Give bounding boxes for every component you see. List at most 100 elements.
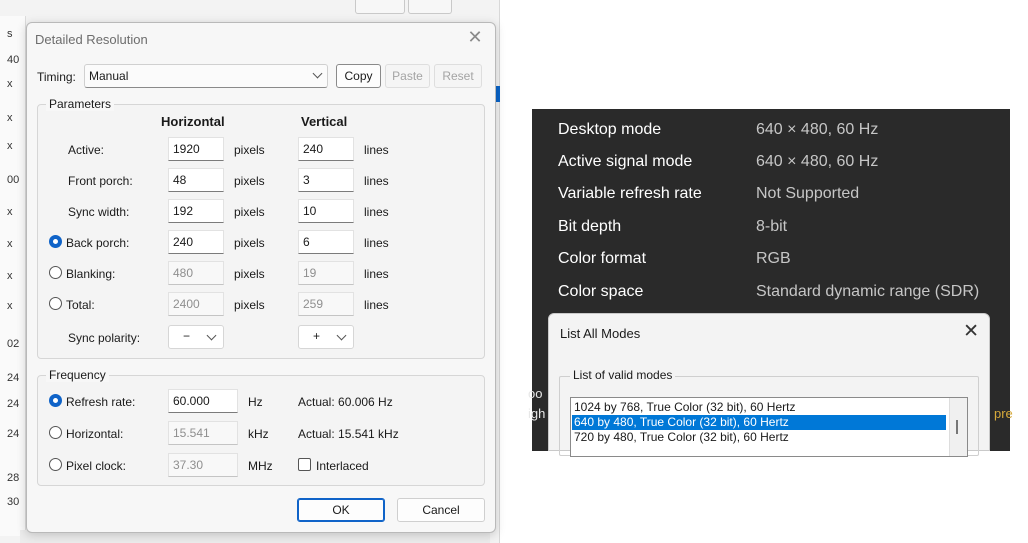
copy-button[interactable]: Copy xyxy=(336,64,381,88)
actual-refresh-rate: Actual: 60.006 Hz xyxy=(298,395,393,409)
horizontal-frequency-radio[interactable] xyxy=(49,426,62,439)
horizontal-frequency-field[interactable]: 15.541 xyxy=(168,421,238,445)
pixels-unit: pixels xyxy=(234,298,265,312)
background-glyph: 30 xyxy=(7,496,20,508)
vertical-polarity-select[interactable]: + xyxy=(298,325,354,349)
background-selection-edge xyxy=(496,86,500,102)
frequency-group-label: Frequency xyxy=(46,368,109,382)
blanking-horizontal-field[interactable]: 480 xyxy=(168,261,224,285)
interlaced-checkbox[interactable] xyxy=(298,458,311,471)
back-porch-radio[interactable] xyxy=(49,235,62,248)
back-porch-horizontal-field[interactable]: 240 xyxy=(168,230,224,254)
display-info-key: Variable refresh rate xyxy=(558,185,702,202)
background-glyph: x xyxy=(7,112,13,124)
actual-horizontal-frequency: Actual: 15.541 kHz xyxy=(298,427,399,441)
lines-unit: lines xyxy=(364,298,389,312)
list-item-selected[interactable]: 640 by 480, True Color (32 bit), 60 Hert… xyxy=(572,415,946,430)
lines-unit: lines xyxy=(364,174,389,188)
background-list-strip: s 40 x x x 00 x x x x 02 24 24 24 28 30 xyxy=(0,16,26,536)
blanking-radio[interactable] xyxy=(49,266,62,279)
refresh-rate-field[interactable]: 60.000 xyxy=(168,389,238,413)
list-item[interactable]: 720 by 480, True Color (32 bit), 60 Hert… xyxy=(574,430,789,445)
chevron-down-icon xyxy=(206,330,217,341)
total-horizontal-field[interactable]: 2400 xyxy=(168,292,224,316)
truncated-text: igh xyxy=(528,406,546,421)
interlaced-label: Interlaced xyxy=(316,459,369,473)
horizontal-polarity-value: − xyxy=(183,329,191,343)
display-info-key: Active signal mode xyxy=(558,153,693,170)
background-glyph: x xyxy=(7,300,13,312)
valid-modes-group: List of valid modes 1024 by 768, True Co… xyxy=(559,368,979,457)
ok-button[interactable]: OK xyxy=(297,498,385,522)
display-info-value: 640 × 480, 60 Hz xyxy=(756,153,879,170)
background-glyph: 28 xyxy=(7,472,20,484)
sync-width-horizontal-field[interactable]: 192 xyxy=(168,199,224,223)
pixels-unit: pixels xyxy=(234,174,265,188)
chevron-down-icon xyxy=(336,330,347,341)
back-porch-label: Back porch: xyxy=(66,236,130,250)
pixels-unit: pixels xyxy=(234,143,265,157)
display-info-value: 8-bit xyxy=(756,218,788,235)
timing-label: Timing: xyxy=(37,70,76,84)
horizontal-frequency-label: Horizontal: xyxy=(66,427,124,441)
paste-button[interactable]: Paste xyxy=(385,64,430,88)
display-info-key: Color format xyxy=(558,250,647,267)
refresh-rate-radio[interactable] xyxy=(49,394,62,407)
display-info-value: Standard dynamic range (SDR) xyxy=(756,283,980,300)
background-top-button xyxy=(355,0,405,14)
parameters-group-label: Parameters xyxy=(46,97,115,111)
background-glyph: x xyxy=(7,78,13,90)
scrollbar-thumb[interactable] xyxy=(956,420,958,434)
background-glyph: 40 xyxy=(7,54,20,66)
front-porch-horizontal-field[interactable]: 48 xyxy=(168,168,224,192)
close-icon[interactable]: ✕ xyxy=(963,320,979,343)
active-label: Active: xyxy=(68,143,105,157)
reset-button[interactable]: Reset xyxy=(434,64,482,88)
pixel-clock-field[interactable]: 37.30 xyxy=(168,453,238,477)
mhz-unit: MHz xyxy=(248,459,273,473)
lines-unit: lines xyxy=(364,143,389,157)
total-vertical-field[interactable]: 259 xyxy=(298,292,354,316)
close-icon[interactable]: ✕ xyxy=(465,27,485,47)
lines-unit: lines xyxy=(364,205,389,219)
horizontal-polarity-select[interactable]: − xyxy=(168,325,224,349)
front-porch-vertical-field[interactable]: 3 xyxy=(298,168,354,192)
blanking-label: Blanking: xyxy=(66,267,116,281)
display-info-value: RGB xyxy=(756,250,791,267)
lines-unit: lines xyxy=(364,236,389,250)
vertical-polarity-value: + xyxy=(313,329,321,343)
total-radio[interactable] xyxy=(49,297,62,310)
blanking-vertical-field[interactable]: 19 xyxy=(298,261,354,285)
list-item[interactable]: 1024 by 768, True Color (32 bit), 60 Her… xyxy=(574,400,795,415)
list-scrollbar[interactable] xyxy=(949,398,967,456)
truncated-link[interactable]: pre xyxy=(994,406,1013,421)
total-label: Total: xyxy=(66,298,95,312)
timing-value: Manual xyxy=(89,69,129,83)
sync-width-vertical-field[interactable]: 10 xyxy=(298,199,354,223)
pixels-unit: pixels xyxy=(234,205,265,219)
display-info-key: Bit depth xyxy=(558,218,622,235)
horizontal-header: Horizontal xyxy=(161,114,225,129)
pixel-clock-radio[interactable] xyxy=(49,458,62,471)
background-glyph: x xyxy=(7,270,13,282)
valid-modes-list[interactable]: 1024 by 768, True Color (32 bit), 60 Her… xyxy=(570,397,968,457)
timing-select[interactable]: Manual xyxy=(84,64,328,88)
dialog-title: Detailed Resolution xyxy=(35,32,148,47)
background-glyph: 00 xyxy=(7,174,20,186)
background-glyph: s xyxy=(7,28,13,40)
vertical-header: Vertical xyxy=(301,114,348,129)
frequency-group: Frequency Refresh rate: 60.000 Hz Actual… xyxy=(37,368,485,486)
refresh-rate-label: Refresh rate: xyxy=(66,395,136,409)
pixels-unit: pixels xyxy=(234,236,265,250)
chevron-down-icon xyxy=(312,68,323,79)
parameters-group: Parameters Horizontal Vertical Active: 1… xyxy=(37,97,485,359)
background-glyph: 02 xyxy=(7,338,20,350)
back-porch-vertical-field[interactable]: 6 xyxy=(298,230,354,254)
active-vertical-field[interactable]: 240 xyxy=(298,137,354,161)
background-glyph: x xyxy=(7,238,13,250)
display-info-key: Color space xyxy=(558,283,644,300)
background-glyph: 24 xyxy=(7,398,20,410)
display-info-value: Not Supported xyxy=(756,185,860,202)
cancel-button[interactable]: Cancel xyxy=(397,498,485,522)
active-horizontal-field[interactable]: 1920 xyxy=(168,137,224,161)
